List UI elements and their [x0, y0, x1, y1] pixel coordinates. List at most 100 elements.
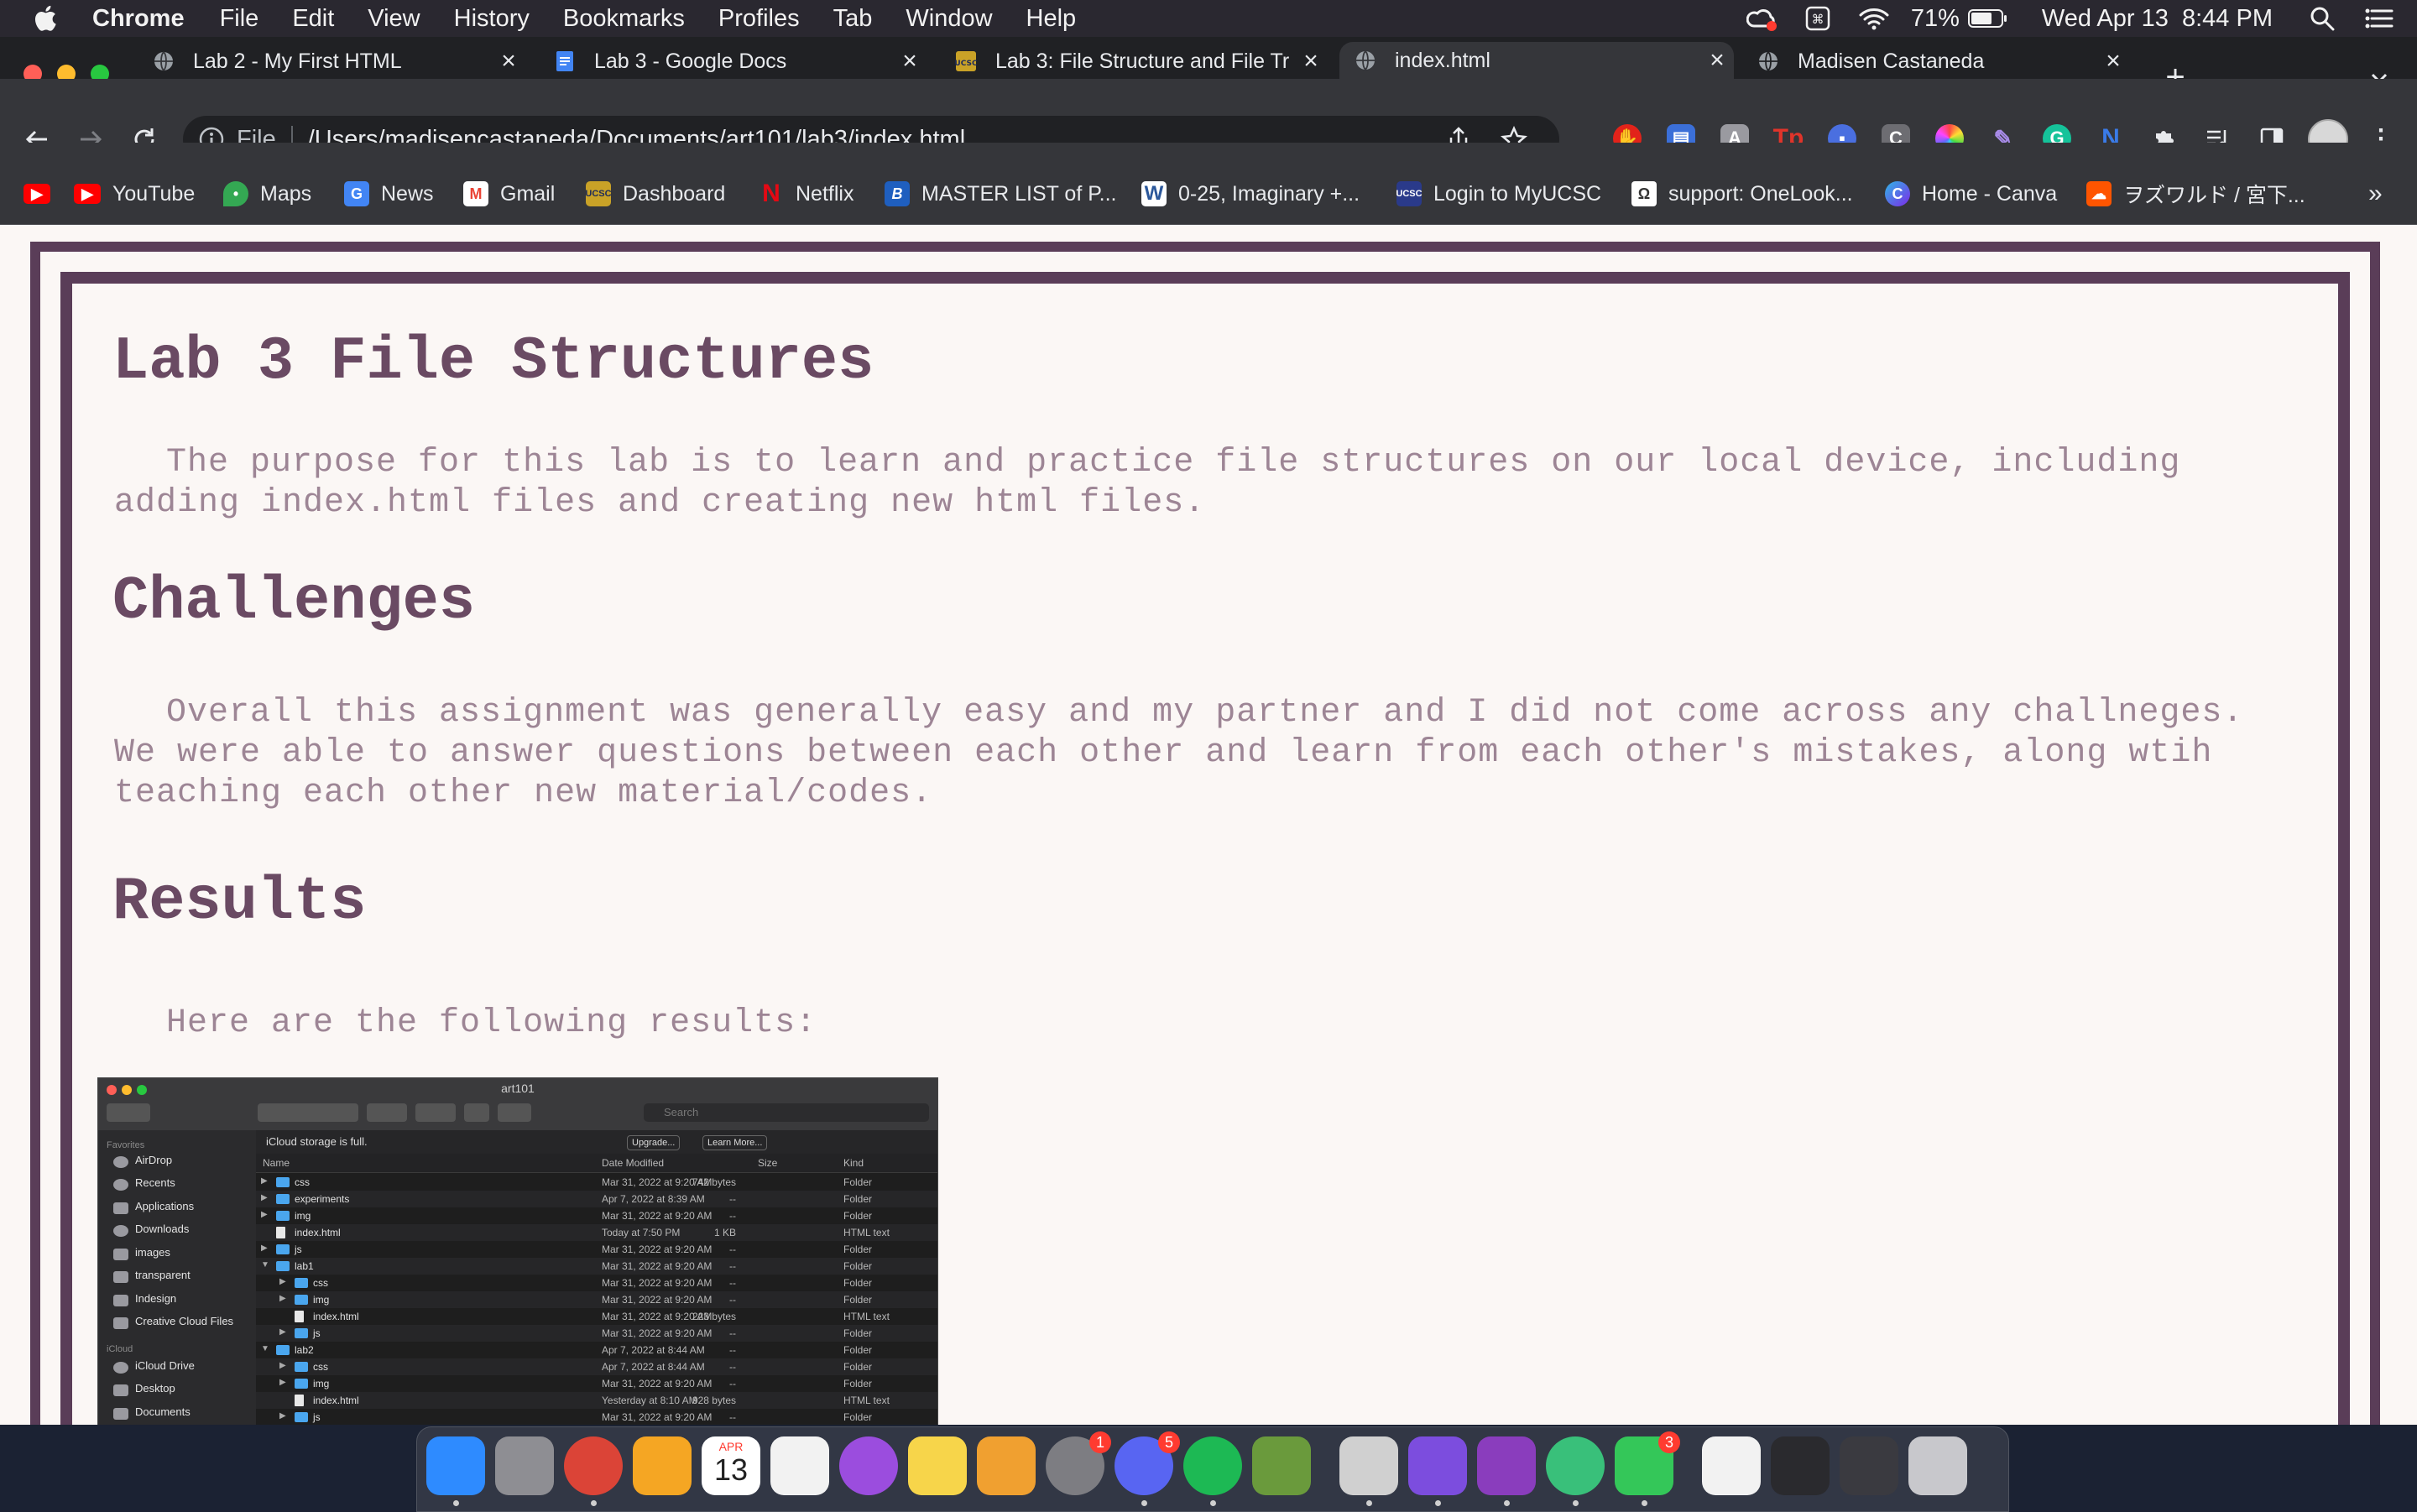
file-kind: HTML text	[843, 1395, 890, 1406]
reminders-icon[interactable]	[770, 1436, 829, 1495]
bookmark-soundcloud[interactable]: ☁ ヲズワルド / 宮下...	[2086, 178, 2305, 210]
file-name: js	[313, 1411, 321, 1423]
chrome-icon[interactable]	[564, 1436, 623, 1495]
minecraft-icon[interactable]	[1252, 1436, 1311, 1495]
launchpad-icon[interactable]	[495, 1436, 554, 1495]
podcasts-icon[interactable]	[839, 1436, 898, 1495]
bookmark-onelook[interactable]: Ω support: OneLook...	[1631, 178, 1853, 210]
file-date: Mar 31, 2022 at 9:20 AM	[602, 1327, 713, 1339]
file-date: Mar 31, 2022 at 9:20 AM	[602, 1294, 713, 1306]
tab-madisen-castaneda[interactable]: Madisen Castaneda ×	[1742, 44, 2130, 79]
bookmark-maps[interactable]: • Maps	[223, 178, 311, 210]
sidebar-item: Recents	[135, 1176, 175, 1189]
file-name: index.html	[313, 1395, 359, 1406]
file-name: css	[295, 1176, 310, 1188]
close-tab-icon[interactable]: ×	[492, 44, 525, 78]
close-tab-icon[interactable]: ×	[893, 44, 927, 78]
file-kind: Folder	[843, 1210, 873, 1222]
menu-history[interactable]: History	[454, 5, 530, 33]
menu-view[interactable]: View	[368, 5, 420, 33]
file-row: index.html Mar 31, 2022 at 9:20 AM 223 byt…	[256, 1308, 937, 1325]
notes-icon[interactable]	[908, 1436, 967, 1495]
close-tab-icon[interactable]: ×	[1294, 44, 1328, 78]
file-kind: Folder	[843, 1327, 873, 1339]
sidebar-item: AirDrop	[135, 1154, 173, 1166]
keyboard-viewer-icon[interactable]: ⌘	[1805, 6, 1830, 31]
menu-bar: Chrome File Edit View History Bookmarks …	[0, 0, 2417, 37]
file-size: --	[729, 1243, 736, 1255]
document-icon[interactable]	[1702, 1436, 1761, 1495]
menu-window[interactable]: Window	[906, 5, 992, 33]
html-file-icon	[276, 1227, 285, 1238]
bookmark-master-list[interactable]: B MASTER LIST of P...	[885, 178, 1117, 210]
globe-icon	[1356, 50, 1375, 70]
menu-help[interactable]: Help	[1026, 5, 1077, 33]
bookmark-news[interactable]: G News	[344, 178, 434, 210]
github-desktop-icon[interactable]	[1477, 1436, 1536, 1495]
menu-bookmarks[interactable]: Bookmarks	[563, 5, 685, 33]
html-file-icon	[295, 1395, 304, 1406]
bookmark-youtube-shortcut[interactable]: ▶	[23, 178, 62, 210]
file-kind: Folder	[843, 1361, 873, 1373]
running-indicator	[1642, 1500, 1647, 1506]
creative-cloud-icon[interactable]	[1746, 6, 1777, 31]
photos-icon[interactable]	[633, 1436, 692, 1495]
upgrade-button: Upgrade...	[627, 1135, 681, 1150]
file-kind: Folder	[843, 1176, 873, 1188]
atom-icon[interactable]	[1546, 1436, 1605, 1495]
close-tab-icon[interactable]: ×	[2096, 44, 2130, 78]
notification-badge: 5	[1158, 1431, 1180, 1453]
menu-tab[interactable]: Tab	[833, 5, 873, 33]
close-tab-icon[interactable]: ×	[1700, 44, 1734, 77]
control-center-icon[interactable]	[2365, 6, 2394, 31]
bookmark-imaginary[interactable]: W 0-25, Imaginary +...	[1141, 178, 1360, 210]
menu-edit[interactable]: Edit	[292, 5, 334, 33]
file-name: css	[313, 1361, 328, 1373]
globe-icon	[154, 51, 173, 71]
intro-paragraph: The purpose for this lab is to learn and…	[114, 444, 2181, 522]
bookmark-canva[interactable]: C Home - Canva	[1885, 178, 2057, 210]
file-row: ▶ img Mar 31, 2022 at 9:20 AM -- Folder	[256, 1375, 937, 1392]
menu-profiles[interactable]: Profiles	[718, 5, 800, 33]
folder-icon	[295, 1328, 308, 1338]
file-name: js	[313, 1327, 321, 1339]
battery-icon[interactable]	[1967, 8, 2008, 29]
bookmark-netflix[interactable]: N Netflix	[759, 178, 854, 210]
globe-icon	[1759, 51, 1778, 71]
file-size: --	[729, 1210, 736, 1222]
bookmark-youtube[interactable]: ▶ YouTube	[74, 178, 195, 210]
file-row: ▶ experiments Apr 7, 2022 at 8:39 AM -- Fold…	[256, 1191, 937, 1207]
tab-lab3-file-structure[interactable]: UCSC Lab 3: File Structure and File Tr ×	[940, 44, 1328, 79]
running-indicator	[1366, 1500, 1372, 1506]
keynote-icon[interactable]	[977, 1436, 1036, 1495]
bookmark-label: Home - Canva	[1922, 181, 2058, 206]
window-thumbnail-icon[interactable]	[1771, 1436, 1830, 1495]
tab-title: index.html	[1395, 48, 1490, 72]
menu-file[interactable]: File	[220, 5, 259, 33]
clock[interactable]: Wed Apr 13 8:44 PM	[2042, 5, 2273, 33]
wifi-icon[interactable]	[1859, 7, 1889, 30]
app-menu-chrome[interactable]: Chrome	[92, 5, 185, 33]
bookmarks-overflow-button[interactable]: »	[2368, 178, 2383, 210]
file-size: --	[729, 1361, 736, 1373]
spotify-icon[interactable]	[1183, 1436, 1242, 1495]
tab-index-html[interactable]: index.html ×	[1339, 42, 1734, 79]
finder-screenshot-image: art101 Search Favorites AirDrop Recents …	[97, 1077, 938, 1425]
trash-icon[interactable]	[1908, 1436, 1967, 1495]
disclosure-closed-icon: ▶	[279, 1361, 286, 1370]
tab-google-docs[interactable]: Lab 3 - Google Docs ×	[539, 44, 927, 79]
tab-lab2[interactable]: Lab 2 - My First HTML ×	[138, 44, 525, 79]
window-thumbnail-icon[interactable]	[1840, 1436, 1898, 1495]
calendar-icon[interactable]: APR 13	[702, 1436, 760, 1495]
column-kind: Kind	[843, 1157, 864, 1169]
bookmark-gmail[interactable]: M Gmail	[463, 178, 555, 210]
finder-icon[interactable]	[426, 1436, 485, 1495]
bookmark-myucsc[interactable]: UCSC Login to MyUCSC	[1396, 178, 1601, 210]
bookmark-dashboard[interactable]: UCSC Dashboard	[585, 178, 725, 210]
printer-icon[interactable]	[1339, 1436, 1398, 1495]
apple-menu-icon[interactable]	[32, 3, 62, 34]
sidebar-icon	[113, 1295, 128, 1306]
disclosure-closed-icon: ▶	[279, 1378, 286, 1387]
obsidian-icon[interactable]	[1408, 1436, 1467, 1495]
spotlight-search-icon[interactable]	[2310, 6, 2335, 31]
